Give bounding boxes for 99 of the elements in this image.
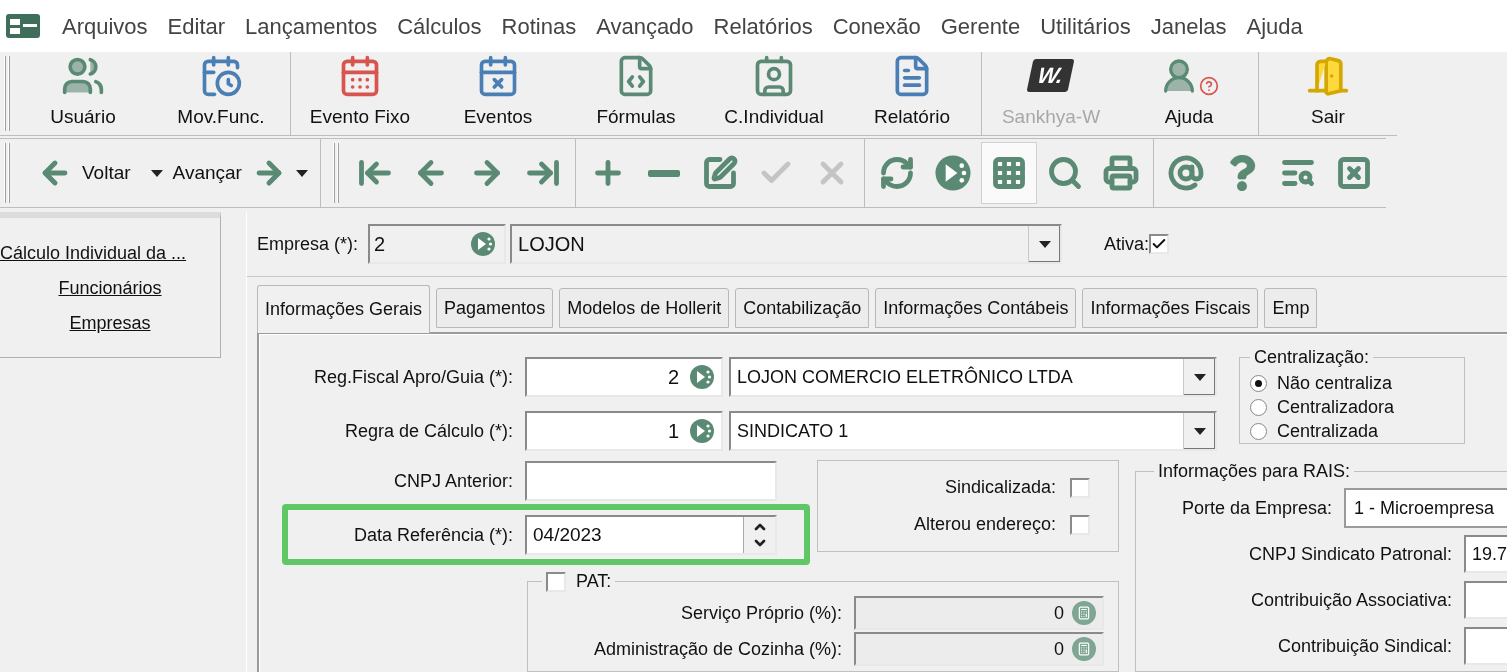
toolbar-button[interactable]: Usuário — [14, 52, 152, 135]
menu-item[interactable]: Ajuda — [1236, 9, 1313, 43]
radio-button[interactable] — [1250, 374, 1267, 392]
field-label: Data Referência (*): — [352, 523, 514, 547]
field-label: Ativa: — [1104, 232, 1150, 256]
checkbox[interactable] — [1070, 477, 1090, 498]
tab[interactable]: Informações Contábeis — [875, 288, 1077, 328]
side-link[interactable]: Funcionários — [58, 275, 162, 302]
date-spinner[interactable]: 04/2023 — [525, 515, 777, 555]
number-field[interactable]: 0 — [854, 632, 1104, 666]
radio-button[interactable] — [1250, 422, 1267, 440]
field-label: Regra de Cálculo (*): — [343, 419, 514, 443]
tab[interactable]: Modelos de Hollerit — [559, 288, 730, 328]
checkbox[interactable] — [546, 571, 566, 592]
menu-item[interactable]: Janelas — [1140, 9, 1237, 43]
field-label: Administração de Cozinha (%): — [592, 637, 843, 661]
toolbar-button[interactable]: Relatório — [843, 52, 981, 135]
at-sign-icon — [1167, 155, 1204, 191]
toolbar-button[interactable]: Eventos — [429, 52, 567, 135]
toolbar-button[interactable]: C.Individual — [705, 52, 843, 135]
field-label: Empresa (*): — [257, 232, 359, 256]
menu-item[interactable]: Gerente — [930, 9, 1031, 43]
text-field[interactable] — [1464, 581, 1507, 619]
dropdown-caret-icon — [150, 169, 163, 177]
lookup-icon[interactable] — [689, 364, 715, 390]
lookup-icon[interactable] — [470, 231, 497, 258]
printer-icon — [1102, 155, 1139, 191]
text-field[interactable] — [525, 461, 777, 501]
dropdown-button[interactable] — [1028, 226, 1061, 263]
checkbox[interactable] — [1070, 514, 1090, 535]
toolbar-button[interactable]: Evento Fixo — [291, 52, 429, 135]
name-combo[interactable]: SINDICATO 1 — [729, 411, 1217, 451]
radio-label: Centralizadora — [1277, 395, 1395, 419]
toolbar-button[interactable] — [980, 142, 1037, 204]
side-link[interactable]: Cálculo Individual da ... — [0, 240, 187, 267]
minus-icon — [647, 169, 680, 177]
menu-item[interactable]: Utilitários — [1030, 9, 1141, 43]
checkbox-label: PAT: — [576, 570, 612, 593]
field-label: CNPJ Sindicato Patronal: — [1247, 542, 1453, 566]
size-combo[interactable]: 1 - Microempresa — [1344, 488, 1507, 528]
radio-label: Centralizada — [1277, 419, 1379, 443]
menu-item[interactable]: Rotinas — [491, 9, 587, 43]
text-field[interactable]: 19.7 — [1464, 535, 1507, 573]
lookup-icon — [933, 154, 972, 192]
field-label: Porte da Empresa: — [1180, 496, 1333, 520]
search-icon — [1046, 155, 1083, 191]
menu-item[interactable]: Arquivos — [52, 9, 158, 43]
refresh-icon — [878, 155, 915, 191]
toolbar-button[interactable]: Ajuda — [1120, 52, 1258, 135]
dropdown-button[interactable] — [1183, 413, 1215, 449]
menu-item[interactable]: Relatórios — [703, 9, 823, 43]
field-label: Reg.Fiscal Apro/Guia (*): — [312, 365, 514, 389]
menu-item[interactable]: Avançado — [586, 9, 704, 43]
field-label: CNPJ Anterior: — [392, 469, 514, 493]
table-delete-icon — [1335, 155, 1372, 191]
field-label: Serviço Próprio (%): — [679, 601, 843, 625]
toolbar-button[interactable]: Mov.Func. — [152, 52, 290, 135]
calculator-icon[interactable] — [1072, 637, 1096, 661]
back-button[interactable]: Voltar — [38, 156, 131, 190]
radio-button[interactable] — [1250, 398, 1267, 416]
field-label: Contribuição Associativa: — [1249, 588, 1453, 612]
code-field[interactable]: 1 — [525, 411, 723, 451]
menu-item[interactable]: Cálculos — [387, 9, 492, 43]
menu-item[interactable]: Lançamentos — [235, 9, 388, 43]
tab[interactable]: Emp — [1264, 288, 1318, 328]
caret-icon — [1193, 373, 1206, 381]
grid-icon — [990, 155, 1027, 191]
toolbar-button[interactable]: Sair — [1259, 52, 1397, 135]
text-field[interactable] — [1464, 627, 1507, 665]
number-field[interactable]: 0 — [854, 596, 1104, 630]
tab[interactable]: Informações Gerais — [257, 285, 431, 333]
app-icon — [6, 14, 40, 38]
caret-icon — [1038, 240, 1051, 248]
menu-item[interactable]: Editar — [157, 9, 236, 43]
radio-label: Não centraliza — [1277, 371, 1393, 395]
checkbox[interactable] — [1149, 234, 1170, 255]
lookup-icon[interactable] — [689, 418, 715, 444]
edit-icon — [701, 155, 738, 191]
code-field[interactable]: 2 — [525, 357, 723, 397]
company-combo[interactable]: LOJON — [510, 224, 1063, 265]
tab[interactable]: Informações Fiscais — [1082, 288, 1259, 328]
caret-icon — [1193, 427, 1206, 435]
code-field[interactable]: 2 — [368, 224, 507, 265]
checkbox-label: Alterou endereço: — [913, 513, 1056, 536]
name-combo[interactable]: LOJON COMERCIO ELETRÔNICO LTDA — [729, 357, 1217, 397]
side-link[interactable]: Empresas — [69, 310, 151, 337]
tab[interactable]: Pagamentos — [436, 288, 554, 328]
forward-button[interactable]: Avançar — [172, 156, 286, 190]
toolbar-button[interactable]: Fórmulas — [567, 52, 705, 135]
dropdown-button[interactable] — [1183, 359, 1215, 395]
menu-item[interactable]: Conexão — [822, 9, 931, 43]
calculator-icon[interactable] — [1072, 601, 1096, 625]
tab[interactable]: Contabilização — [735, 288, 870, 328]
dropdown-caret-icon — [295, 169, 308, 177]
checkbox-label: Sindicalizada: — [944, 476, 1056, 499]
group-title: Informações para RAIS: — [1157, 460, 1352, 483]
field-label: Contribuição Sindical: — [1276, 634, 1453, 658]
group-title: Centralização: — [1253, 346, 1371, 369]
spinner-arrows-icon[interactable] — [743, 517, 775, 553]
